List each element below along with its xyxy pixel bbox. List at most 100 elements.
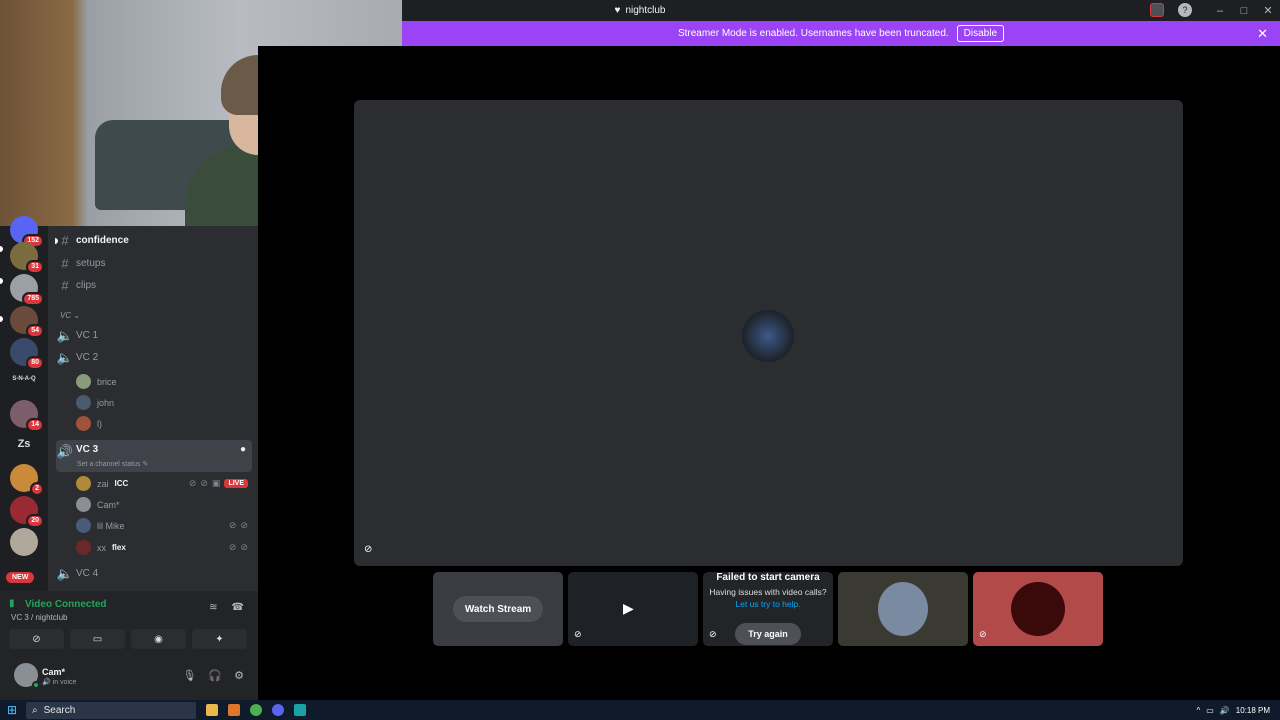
hash-icon: # (61, 233, 69, 248)
channel-vc4[interactable]: 🔈 VC 4 (56, 563, 252, 584)
channel-confidence[interactable]: # confidence (55, 230, 252, 251)
help-link[interactable]: Let us try to help. (703, 599, 833, 609)
gear-icon[interactable]: ⚙ (234, 669, 244, 682)
screen-share-button[interactable]: ▭ (70, 629, 125, 649)
clock[interactable]: 10:18 PM (1236, 706, 1270, 715)
mention-badge: 785 (22, 292, 44, 306)
voice-member[interactable]: zai ICC ⊘ ⊘ ▣ LIVE (76, 473, 252, 494)
streamer-mode-text: Streamer Mode is enabled. Usernames have… (677, 28, 949, 39)
voice-member[interactable]: l) (76, 413, 252, 434)
voice-status[interactable]: Video Connected (25, 599, 107, 610)
discord-icon[interactable] (272, 704, 284, 716)
file-explorer-icon[interactable] (206, 704, 218, 716)
help-icon[interactable]: ? (1178, 3, 1192, 17)
mention-badge: 54 (26, 324, 44, 338)
network-icon[interactable]: ▭ (1206, 706, 1214, 715)
voice-member[interactable]: john (76, 392, 252, 413)
avatar (76, 374, 91, 389)
voice-connection-panel: ▮ Video Connected VC 3 / nightclub ≋ ☎ ⊘… (0, 591, 258, 655)
server-icon[interactable]: 2 (10, 464, 44, 496)
member-tag: flex (112, 543, 126, 552)
fail-title: Failed to start camera (716, 572, 820, 583)
username[interactable]: Cam* (42, 667, 65, 677)
voice-location[interactable]: VC 3 / nightclub (11, 613, 67, 622)
server-icon[interactable]: 54 (10, 306, 44, 338)
soundboard-button[interactable]: ✦ (192, 629, 247, 649)
mic-muted-icon: ⊘ (228, 542, 237, 552)
mic-muted-icon: ⊘ (228, 520, 237, 530)
server-icon[interactable] (10, 528, 38, 556)
chevron-up-icon[interactable]: ^ (1196, 706, 1200, 715)
hash-icon: # (61, 256, 69, 271)
chrome-icon[interactable] (250, 704, 262, 716)
close-banner-icon[interactable]: ✕ (1257, 26, 1268, 42)
video-tile[interactable]: ▶ ⊘ (568, 572, 698, 646)
deafened-icon: ⊘ (240, 542, 248, 552)
server-icon[interactable]: 20 (10, 496, 44, 528)
mention-badge: 2 (30, 482, 44, 496)
avatar[interactable] (14, 663, 40, 689)
channel-setups[interactable]: # setups (56, 253, 252, 274)
activities-button[interactable]: ◉ (131, 629, 186, 649)
online-status-icon (32, 681, 40, 689)
signal-icon[interactable]: ▮ (9, 598, 15, 609)
server-ssnaq[interactable]: S-N-A-Q (0, 376, 48, 382)
camera-off-icon: ⊘ (364, 544, 373, 555)
failed-camera-tile: Failed to start camera Having issues wit… (703, 572, 833, 646)
server-icon[interactable]: 14 (10, 400, 44, 432)
voice-member[interactable]: brice (76, 371, 252, 392)
screen-share-icon[interactable] (1150, 3, 1164, 17)
server-zs[interactable]: Zs (0, 438, 48, 450)
channel-list: # confidence # setups # clips VC ⌄ 🔈 VC … (48, 226, 258, 591)
speaker-icon: 🔈 (56, 349, 74, 365)
avatar (76, 497, 91, 512)
camera-icon: ▶ (623, 600, 634, 616)
volume-icon[interactable]: 🔊 (1220, 706, 1230, 715)
voice-member[interactable]: xx flex ⊘ ⊘ (76, 537, 252, 558)
main-video-tile[interactable]: ⊘ (354, 100, 1183, 566)
camera-off-icon: ⊘ (979, 629, 987, 639)
stream-tile[interactable]: Watch Stream (433, 572, 563, 646)
camera-toggle-button[interactable]: ⊘ (9, 629, 64, 649)
headphones-icon[interactable]: 🎧 (208, 669, 222, 682)
mention-badge: 14 (26, 418, 44, 432)
server-icon[interactable]: 31 (10, 242, 44, 274)
video-tile[interactable] (838, 572, 968, 646)
channel-status[interactable]: Set a channel status ✎ (77, 460, 148, 468)
chat-icon[interactable]: ● (240, 444, 246, 455)
maximize-button[interactable]: □ (1232, 5, 1256, 17)
channel-clips[interactable]: # clips (56, 275, 252, 296)
close-window-button[interactable]: ✕ (1256, 4, 1280, 17)
voice-member[interactable]: lil Mike ⊘ ⊘ (76, 515, 252, 536)
channel-vc2[interactable]: 🔈 VC 2 (56, 347, 252, 368)
disable-streamer-mode-button[interactable]: Disable (956, 25, 1005, 42)
video-tile[interactable]: ⊘ (973, 572, 1103, 646)
watch-stream-button[interactable]: Watch Stream (453, 596, 543, 622)
microphone-icon[interactable]: 🎙 (182, 669, 196, 682)
app-icon[interactable] (228, 704, 240, 716)
avatar (76, 416, 91, 431)
minimize-button[interactable]: – (1208, 5, 1232, 17)
server-icon[interactable]: 785 (10, 274, 44, 306)
channel-vc1[interactable]: 🔈 VC 1 (56, 325, 252, 346)
camera-off-icon: ⊘ (32, 633, 41, 645)
fail-subtitle: Having issues with video calls? (709, 587, 827, 597)
taskbar: ⊞ ⌕ Search ^ ▭ 🔊 10:18 PM (0, 700, 1280, 720)
taskbar-search[interactable]: ⌕ Search (26, 701, 196, 719)
app-icon[interactable] (294, 704, 306, 716)
voice-member[interactable]: Cam* (76, 494, 252, 515)
server-icon[interactable]: 80 (10, 338, 44, 370)
mention-badge: 20 (26, 514, 44, 528)
user-panel: Cam* 🔊 in voice 🎙 🎧 ⚙ (0, 655, 258, 702)
windows-start-icon[interactable]: ⊞ (0, 700, 24, 720)
try-again-button[interactable]: Try again (735, 623, 801, 645)
new-badge: NEW (6, 572, 35, 583)
member-tag: ICC (114, 479, 129, 488)
disconnect-icon[interactable]: ☎ (232, 602, 244, 613)
stream-preview (742, 310, 794, 362)
noise-suppression-icon[interactable]: ≋ (209, 602, 217, 613)
category-vc[interactable]: VC ⌄ (60, 311, 80, 320)
server-icon[interactable]: 152 (10, 216, 44, 248)
mention-badge: 31 (26, 260, 44, 274)
live-badge[interactable]: LIVE (224, 479, 248, 488)
